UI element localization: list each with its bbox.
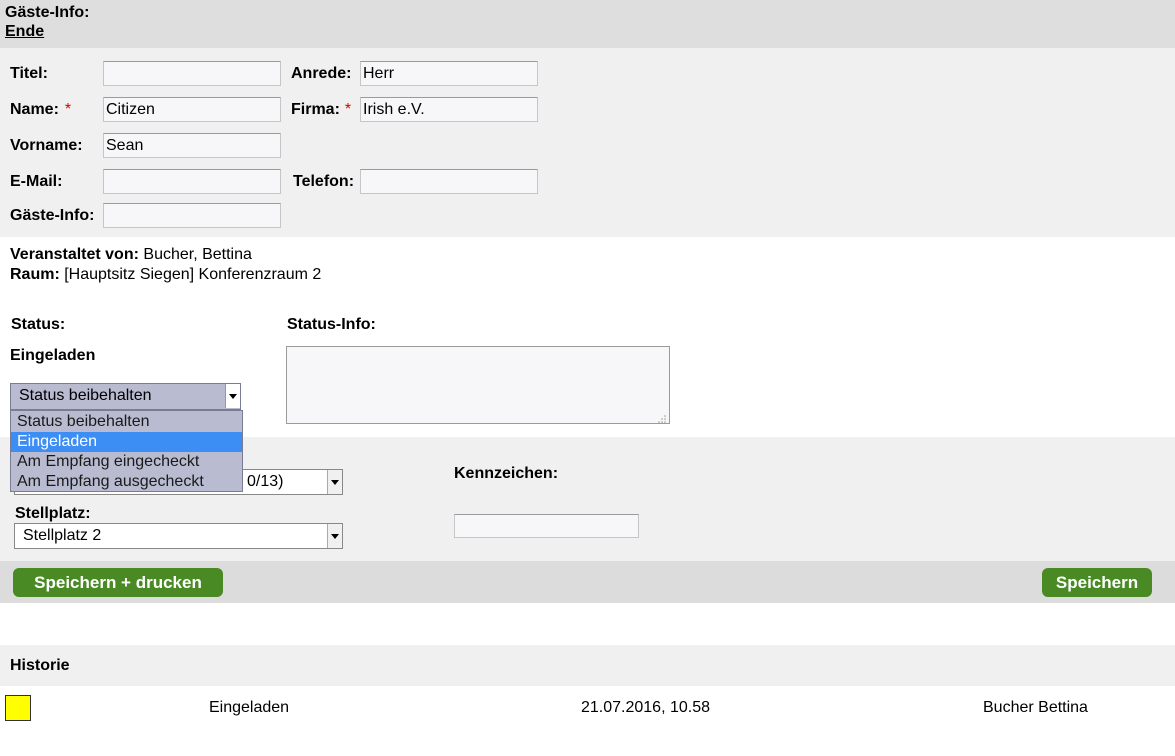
phone-label: Telefon: (293, 173, 355, 190)
status-select-value: Status beibehalten (19, 387, 152, 404)
firstname-field[interactable]: Sean (103, 133, 281, 158)
status-option[interactable]: Am Empfang eingecheckt (11, 452, 242, 472)
salutation-field[interactable]: Herr (360, 61, 538, 86)
guestinfo-label: Gäste-Info: (10, 207, 95, 224)
firstname-label: Vorname: (10, 137, 83, 154)
page-title: Gäste-Info: (5, 4, 90, 21)
required-marker: * (344, 101, 352, 118)
status-option-selected[interactable]: Eingeladen (11, 432, 242, 452)
host-label: Veranstaltet von: (10, 246, 139, 263)
room-line: Raum: [Hauptsitz Siegen] Konferenzraum 2 (10, 266, 321, 284)
status-label: Status: (11, 316, 66, 333)
status-option[interactable]: Status beibehalten (11, 412, 242, 432)
chevron-down-icon[interactable] (225, 384, 240, 408)
status-info-textarea[interactable] (286, 346, 670, 424)
name-field[interactable]: Citizen (103, 97, 281, 122)
history-user: Bucher Bettina (983, 699, 1088, 716)
required-marker: * (64, 101, 72, 118)
space-select-value: Stellplatz 2 (23, 527, 102, 544)
room-label: Raum: (10, 266, 60, 283)
space-label: Stellplatz: (15, 505, 91, 522)
company-label-text: Firma: (291, 101, 340, 118)
guestinfo-field[interactable] (103, 203, 281, 228)
parking-select-value: 0/13) (247, 473, 284, 490)
host-value: Bucher, Bettina (143, 246, 252, 263)
history-row: Eingeladen 21.07.2016, 10.58 Bucher Bett… (0, 686, 1175, 728)
current-status: Eingeladen (10, 347, 96, 364)
status-option[interactable]: Am Empfang ausgecheckt (11, 472, 242, 492)
company-field[interactable]: Irish e.V. (360, 97, 538, 122)
status-color-swatch (5, 695, 31, 721)
plate-field[interactable] (454, 514, 639, 538)
phone-field[interactable] (360, 169, 538, 194)
email-label: E-Mail: (10, 173, 63, 190)
status-select[interactable]: Status beibehalten (10, 383, 241, 410)
header-bar (0, 0, 1175, 48)
save-print-button[interactable]: Speichern + drucken (13, 568, 223, 597)
status-dropdown-list: Status beibehalten Eingeladen Am Empfang… (10, 410, 243, 492)
resize-grip-icon[interactable] (657, 411, 667, 423)
email-field[interactable] (103, 169, 281, 194)
name-label: Name: * (10, 100, 71, 120)
salutation-label: Anrede: (291, 65, 352, 82)
history-header (0, 645, 1175, 686)
space-select[interactable]: Stellplatz 2 (14, 523, 343, 549)
history-status: Eingeladen (209, 699, 290, 716)
history-datetime: 21.07.2016, 10.58 (581, 699, 711, 716)
host-line: Veranstaltet von: Bucher, Bettina (10, 246, 252, 264)
history-title: Historie (10, 657, 70, 674)
save-button[interactable]: Speichern (1042, 568, 1152, 597)
company-label: Firma: * (291, 100, 351, 120)
status-info-label: Status-Info: (287, 316, 376, 333)
plate-label: Kennzeichen: (454, 465, 559, 482)
end-link[interactable]: Ende (5, 23, 44, 41)
title-field[interactable] (103, 61, 281, 86)
chevron-down-icon[interactable] (327, 524, 342, 548)
chevron-down-icon[interactable] (327, 470, 342, 494)
title-label: Titel: (10, 65, 48, 82)
name-label-text: Name: (10, 101, 59, 118)
room-value: [Hauptsitz Siegen] Konferenzraum 2 (64, 266, 322, 283)
